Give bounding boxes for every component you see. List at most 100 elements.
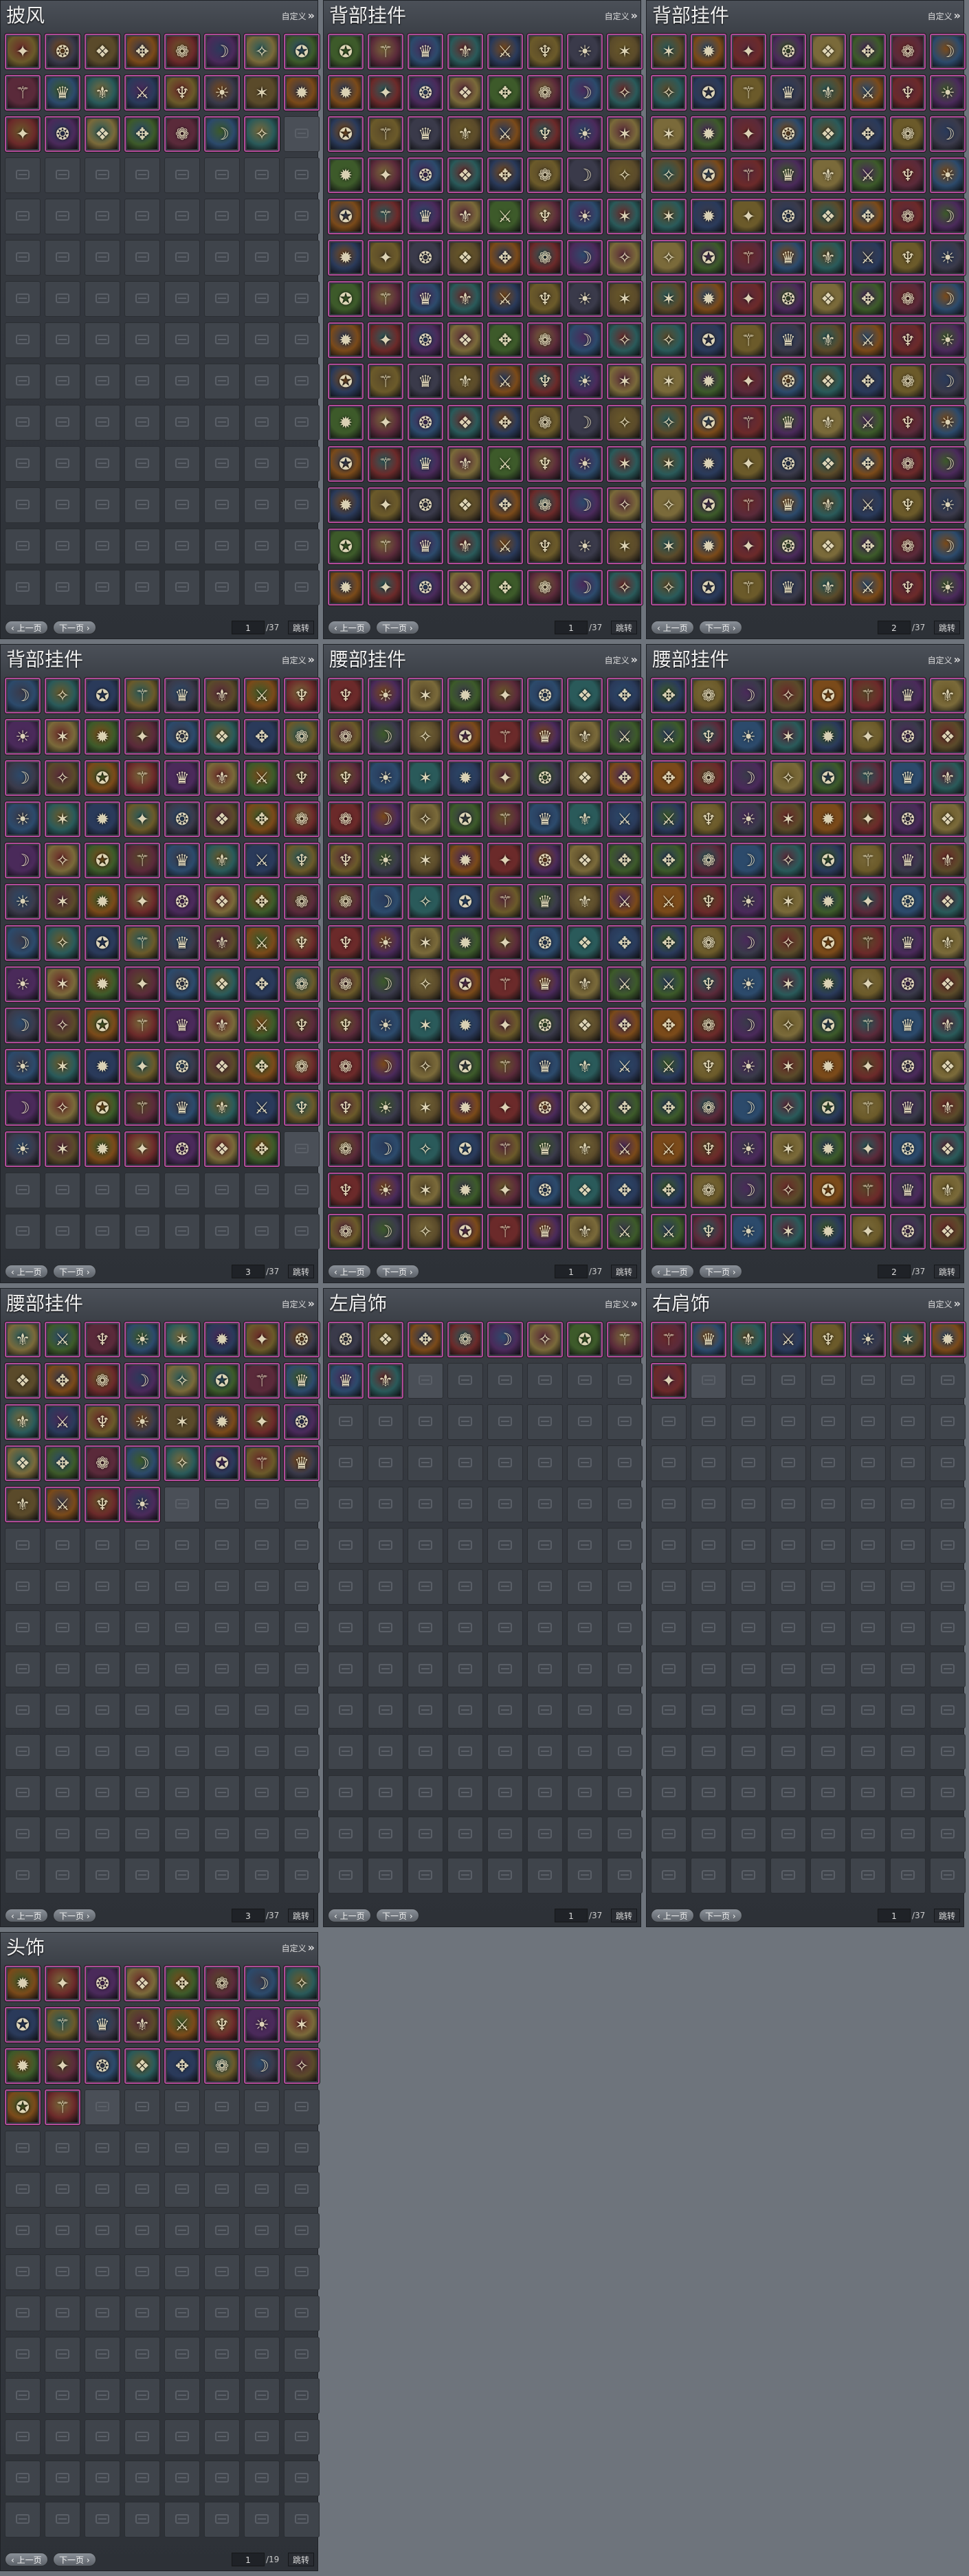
item-slot[interactable]: ♛	[770, 570, 806, 606]
empty-slot[interactable]	[85, 1817, 120, 1852]
empty-slot[interactable]	[567, 1363, 603, 1399]
item-slot[interactable]: ⚔	[850, 240, 886, 276]
customize-button[interactable]: 自定义»	[928, 653, 961, 667]
item-slot[interactable]: ⚔	[651, 1049, 687, 1085]
empty-slot[interactable]	[5, 364, 41, 399]
empty-slot[interactable]	[930, 1652, 966, 1687]
item-slot[interactable]: ✶	[607, 34, 643, 69]
item-slot[interactable]: ✪	[85, 843, 120, 878]
empty-slot[interactable]	[328, 1445, 364, 1481]
empty-slot[interactable]	[368, 1693, 403, 1729]
empty-slot[interactable]	[368, 1817, 403, 1852]
empty-slot[interactable]	[164, 1652, 200, 1687]
empty-slot[interactable]	[284, 199, 320, 234]
empty-slot[interactable]	[85, 2254, 120, 2290]
item-slot[interactable]: ✪	[328, 34, 364, 69]
item-slot[interactable]: ✦	[487, 1173, 523, 1208]
item-slot[interactable]: ♆	[527, 281, 563, 317]
item-slot[interactable]: ♆	[284, 678, 320, 713]
item-slot[interactable]: ✧	[45, 843, 80, 878]
empty-slot[interactable]	[890, 1775, 926, 1811]
item-slot[interactable]: ✪	[810, 925, 846, 961]
empty-slot[interactable]	[850, 1734, 886, 1770]
item-slot[interactable]: ⚚	[368, 529, 403, 564]
item-slot[interactable]: ⚜	[447, 199, 483, 234]
empty-slot[interactable]	[45, 405, 80, 441]
empty-slot[interactable]	[368, 1487, 403, 1522]
item-slot[interactable]: ✧	[45, 1008, 80, 1043]
item-slot[interactable]: ♛	[527, 966, 563, 1002]
item-slot[interactable]: ✶	[651, 364, 687, 399]
empty-slot[interactable]	[284, 2419, 320, 2455]
item-slot[interactable]: ❖	[447, 405, 483, 441]
empty-slot[interactable]	[284, 157, 320, 193]
empty-slot[interactable]	[691, 1652, 726, 1687]
empty-slot[interactable]	[487, 1693, 523, 1729]
empty-slot[interactable]	[770, 1693, 806, 1729]
go-page-button[interactable]: 跳转	[611, 621, 638, 634]
empty-slot[interactable]	[567, 1528, 603, 1564]
empty-slot[interactable]	[447, 1817, 483, 1852]
empty-slot[interactable]	[731, 1734, 766, 1770]
item-slot[interactable]: ✦	[850, 1214, 886, 1250]
item-slot[interactable]: ✧	[607, 570, 643, 606]
item-slot[interactable]: ❁	[890, 364, 926, 399]
item-slot[interactable]: ♛	[85, 2007, 120, 2043]
empty-slot[interactable]	[691, 1734, 726, 1770]
empty-slot[interactable]	[930, 1734, 966, 1770]
item-slot[interactable]: ♛	[164, 1090, 200, 1126]
item-slot[interactable]: ❂	[408, 157, 443, 193]
empty-slot[interactable]	[164, 240, 200, 276]
item-slot[interactable]: ⚚	[487, 719, 523, 755]
empty-slot[interactable]	[124, 2378, 160, 2414]
empty-slot[interactable]	[85, 1652, 120, 1687]
item-slot[interactable]: ❖	[930, 801, 966, 837]
item-slot[interactable]: ❁	[527, 240, 563, 276]
empty-slot[interactable]	[5, 2296, 41, 2331]
empty-slot[interactable]	[930, 1693, 966, 1729]
item-slot[interactable]: ⚚	[487, 884, 523, 920]
item-slot[interactable]: ✪	[691, 405, 726, 441]
item-slot[interactable]: ✧	[651, 570, 687, 606]
item-slot[interactable]: ✥	[487, 240, 523, 276]
item-slot[interactable]: ⚜	[810, 570, 846, 606]
empty-slot[interactable]	[45, 2172, 80, 2208]
empty-slot[interactable]	[85, 1610, 120, 1646]
item-slot[interactable]: ⚔	[850, 157, 886, 193]
empty-slot[interactable]	[328, 1734, 364, 1770]
empty-slot[interactable]	[810, 1693, 846, 1729]
empty-slot[interactable]	[731, 1445, 766, 1481]
item-slot[interactable]: ☀	[124, 1487, 160, 1522]
empty-slot[interactable]	[810, 1734, 846, 1770]
item-slot[interactable]: ☀	[930, 405, 966, 441]
item-slot[interactable]: ⚚	[45, 2089, 80, 2125]
empty-slot[interactable]	[204, 2213, 240, 2249]
empty-slot[interactable]	[527, 1569, 563, 1605]
empty-slot[interactable]	[607, 1734, 643, 1770]
item-slot[interactable]: ♛	[284, 1363, 320, 1399]
item-slot[interactable]: ✶	[164, 1404, 200, 1440]
item-slot[interactable]: ✥	[651, 1173, 687, 1208]
item-slot[interactable]: ⚚	[368, 281, 403, 317]
item-slot[interactable]: ❖	[567, 1090, 603, 1126]
item-slot[interactable]: ❖	[930, 1131, 966, 1167]
item-slot[interactable]: ⚜	[930, 1173, 966, 1208]
item-slot[interactable]: ☀	[567, 34, 603, 69]
empty-slot[interactable]	[487, 1363, 523, 1399]
empty-slot[interactable]	[368, 1404, 403, 1440]
empty-slot[interactable]	[244, 487, 280, 523]
empty-slot[interactable]	[930, 1569, 966, 1605]
item-slot[interactable]: ✹	[328, 157, 364, 193]
item-slot[interactable]: ⚔	[651, 719, 687, 755]
empty-slot[interactable]	[810, 1652, 846, 1687]
empty-slot[interactable]	[328, 1858, 364, 1894]
empty-slot[interactable]	[527, 1693, 563, 1729]
item-slot[interactable]: ☽	[368, 884, 403, 920]
item-slot[interactable]: ☽	[731, 1090, 766, 1126]
item-slot[interactable]: ✥	[607, 678, 643, 713]
empty-slot[interactable]	[124, 2502, 160, 2538]
empty-slot[interactable]	[164, 1610, 200, 1646]
item-slot[interactable]: ✧	[607, 157, 643, 193]
item-slot[interactable]: ⚚	[124, 678, 160, 713]
item-slot[interactable]: ✥	[244, 1131, 280, 1167]
